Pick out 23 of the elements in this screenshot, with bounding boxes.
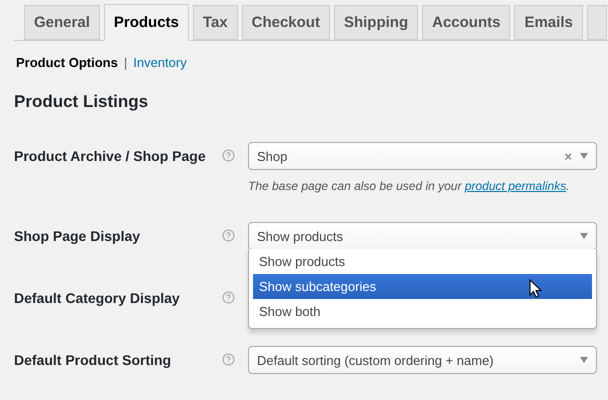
dropdown-option[interactable]: Show both — [253, 299, 592, 324]
dropdown-option[interactable]: Show subcategories — [253, 274, 592, 299]
field-label: Shop Page Display — [14, 227, 142, 246]
permalinks-link[interactable]: product permalinks — [464, 179, 566, 193]
tab[interactable]: Products — [104, 4, 189, 41]
tab[interactable]: Tax — [192, 5, 238, 40]
field-label: Default Product Sorting — [14, 351, 172, 370]
clear-icon[interactable]: × — [564, 148, 572, 164]
section-title: Product Listings — [14, 92, 150, 111]
select-field[interactable]: Shop × — [248, 142, 597, 170]
field-label: Product Archive / Shop Page — [14, 147, 207, 166]
tab[interactable]: Emails — [514, 5, 583, 40]
subnav-link[interactable]: Inventory — [133, 54, 187, 70]
field-label: Default Category Display — [14, 289, 181, 308]
separator: | — [124, 54, 128, 70]
field-description: The base page can also be used in your product permalinks. — [248, 178, 571, 194]
dropdown-option[interactable]: Show products — [253, 249, 592, 274]
tab[interactable]: Checkout — [242, 5, 330, 40]
tab[interactable]: Shipping — [334, 5, 418, 40]
tab[interactable]: General — [24, 5, 100, 40]
subnav-link[interactable]: Product Options — [16, 54, 118, 70]
tab[interactable]: Accounts — [422, 5, 510, 40]
select-field[interactable]: Default sorting (custom ordering + name) — [248, 346, 597, 374]
